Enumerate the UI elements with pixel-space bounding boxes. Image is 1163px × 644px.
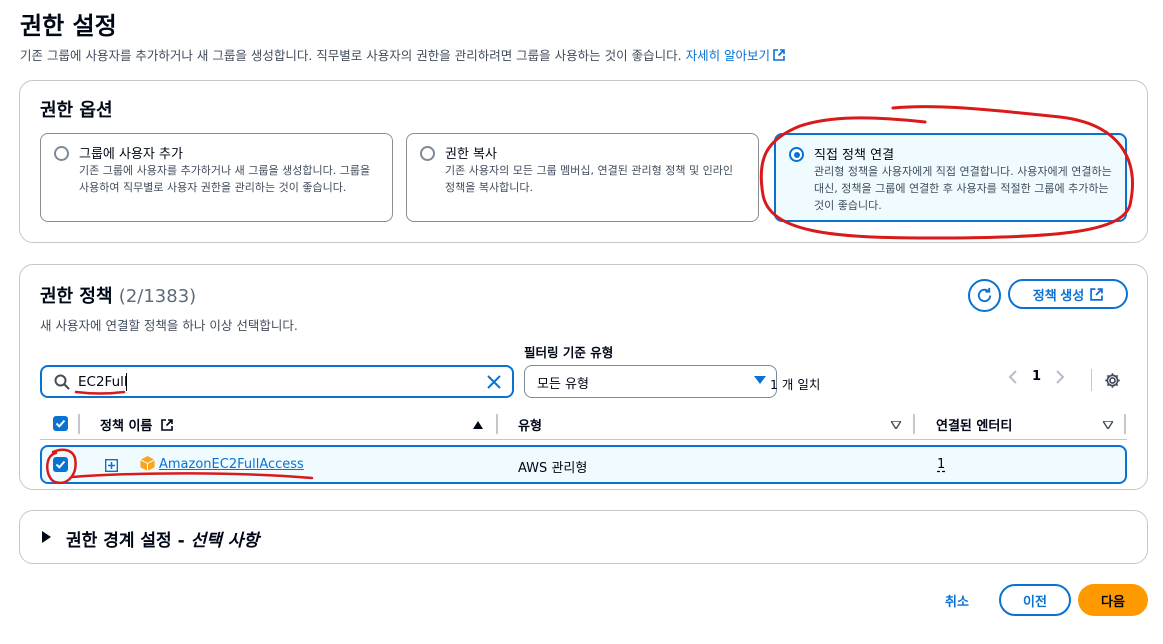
column-header-entities[interactable]: 연결된 엔터티	[936, 415, 1012, 434]
policies-description: 새 사용자에 연결할 정책을 하나 이상 선택합니다.	[40, 318, 298, 333]
external-link-icon	[161, 419, 173, 431]
clear-icon[interactable]	[486, 374, 502, 390]
row-checkbox[interactable]	[53, 457, 68, 472]
column-divider	[78, 414, 80, 434]
chevron-left-icon[interactable]	[1008, 369, 1018, 384]
policy-search-input[interactable]: EC2Full	[40, 365, 514, 398]
column-divider	[1124, 414, 1126, 434]
pagination: 1	[1008, 369, 1065, 384]
policy-name-link[interactable]: AmazonEC2FullAccess	[159, 457, 304, 472]
text-cursor	[126, 373, 127, 391]
permission-boundary-panel[interactable]: 권한 경계 설정 - 선택 사항	[19, 510, 1148, 564]
external-link-icon	[1090, 287, 1104, 301]
permission-options-panel: 권한 옵션 그룹에 사용자 추가 기존 그룹에 사용자를 추가하거나 새 그룹을…	[19, 80, 1148, 243]
caret-down-icon	[754, 376, 766, 384]
table-row[interactable]: AmazonEC2FullAccess AWS 관리형 1	[40, 445, 1127, 484]
type-filter-select[interactable]: 모든 유형	[524, 365, 777, 398]
previous-button[interactable]: 이전	[999, 584, 1071, 616]
option-copy-permissions[interactable]: 권한 복사 기존 사용자의 모든 그룹 멤버십, 연결된 관리형 정책 및 인라…	[406, 133, 759, 222]
option-title: 그룹에 사용자 추가	[79, 147, 183, 162]
search-icon	[54, 374, 70, 390]
chevron-right-icon[interactable]	[1055, 369, 1065, 384]
select-all-checkbox[interactable]	[53, 416, 68, 431]
column-divider	[496, 414, 498, 434]
option-description: 관리형 정책을 사용자에게 직접 연결합니다. 사용자에게 연결하는 대신, 정…	[814, 165, 1112, 212]
page-title: 권한 설정	[20, 12, 117, 40]
external-link-icon	[773, 49, 785, 61]
filter-type-label: 필터링 기준 유형	[524, 345, 614, 360]
radio-add-to-group[interactable]	[54, 146, 69, 161]
page-description-text: 기존 그룹에 사용자를 추가하거나 새 그룹을 생성합니다. 직무별로 사용자의…	[20, 48, 682, 63]
next-button[interactable]: 다음	[1078, 584, 1148, 616]
policy-type: AWS 관리형	[518, 461, 588, 476]
permission-policies-heading: 권한 정책 (2/1383)	[40, 286, 197, 307]
column-divider	[913, 414, 915, 434]
expand-icon[interactable]	[105, 459, 118, 472]
aws-managed-policy-icon	[140, 455, 155, 472]
permission-boundary-heading[interactable]: 권한 경계 설정 - 선택 사항	[66, 526, 259, 551]
gear-icon[interactable]	[1104, 372, 1121, 389]
page-number[interactable]: 1	[1032, 369, 1041, 384]
page-description: 기존 그룹에 사용자를 추가하거나 새 그룹을 생성합니다. 직무별로 사용자의…	[20, 45, 785, 64]
column-header-policy-name[interactable]: 정책 이름	[100, 415, 173, 434]
radio-copy-permissions[interactable]	[420, 146, 435, 161]
radio-attach-policies-directly[interactable]	[789, 147, 804, 162]
caret-right-icon[interactable]	[42, 531, 51, 543]
match-count: 1 개 일치	[770, 377, 821, 392]
option-title: 직접 정책 연결	[814, 148, 895, 163]
cancel-button[interactable]: 취소	[933, 588, 981, 612]
refresh-button[interactable]	[968, 279, 1001, 312]
create-policy-button[interactable]: 정책 생성	[1008, 279, 1128, 309]
table-header: 정책 이름 유형 연결된 엔터티	[40, 410, 1127, 440]
option-attach-policies-directly[interactable]: 직접 정책 연결 관리형 정책을 사용자에게 직접 연결합니다. 사용자에게 연…	[774, 133, 1127, 222]
permission-options-heading: 권한 옵션	[40, 100, 113, 121]
learn-more-link[interactable]: 자세히 알아보기	[686, 48, 785, 63]
sort-ascending-icon[interactable]	[473, 421, 483, 429]
sort-icon[interactable]	[891, 421, 901, 429]
option-add-to-group[interactable]: 그룹에 사용자 추가 기존 그룹에 사용자를 추가하거나 새 그룹을 생성합니다…	[40, 133, 393, 222]
refresh-icon	[977, 287, 992, 303]
option-title: 권한 복사	[445, 147, 497, 162]
pager-divider	[1091, 369, 1092, 391]
type-filter-value: 모든 유형	[537, 377, 589, 392]
permission-policies-panel: 권한 정책 (2/1383) 새 사용자에 연결할 정책을 하나 이상 선택합니…	[19, 264, 1148, 490]
sort-icon[interactable]	[1103, 421, 1113, 429]
search-value: EC2Full	[78, 374, 128, 390]
column-header-type[interactable]: 유형	[518, 415, 542, 434]
option-description: 기존 사용자의 모든 그룹 멤버십, 연결된 관리형 정책 및 인라인 정책을 …	[445, 164, 733, 194]
option-description: 기존 그룹에 사용자를 추가하거나 새 그룹을 생성합니다. 그룹을 사용하여 …	[79, 164, 371, 194]
attached-entities-count[interactable]: 1	[937, 457, 945, 472]
policy-count: (2/1383)	[118, 286, 197, 307]
